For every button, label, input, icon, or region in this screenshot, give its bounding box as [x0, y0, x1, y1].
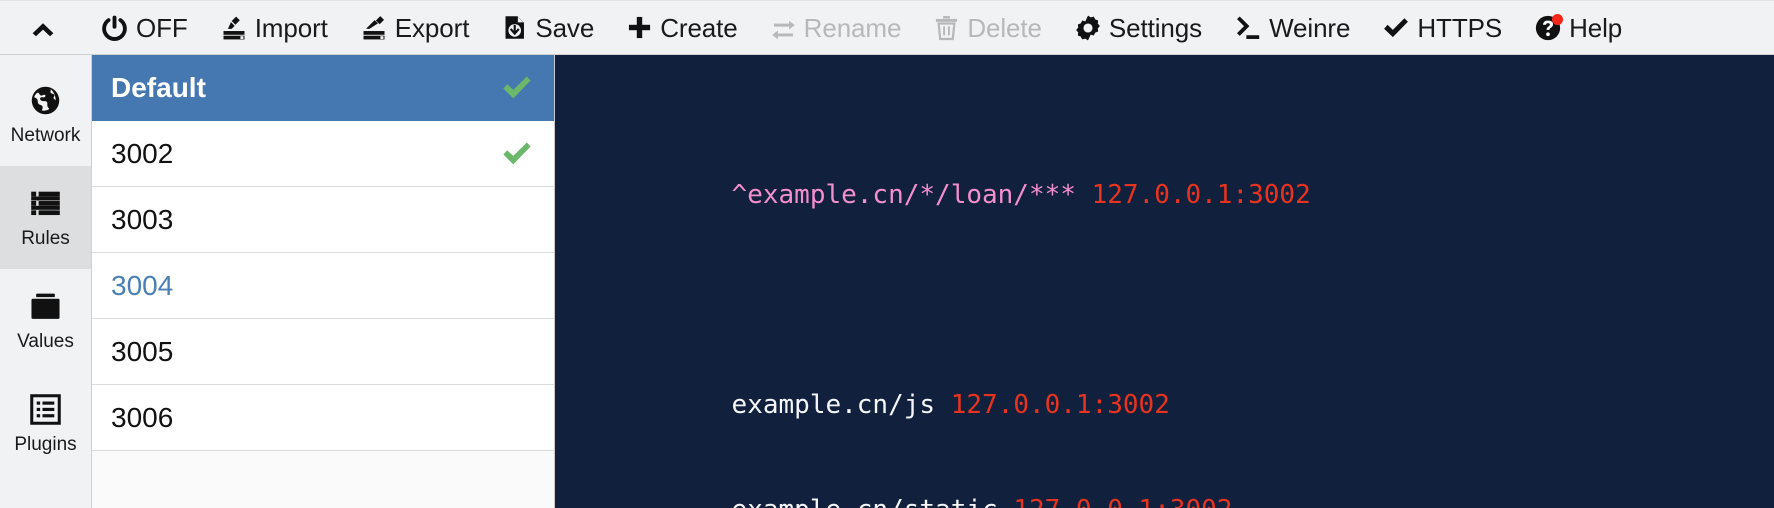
rule-pattern: example.cn/static — [732, 495, 998, 508]
rule-name: 3002 — [111, 139, 174, 168]
rule-pattern: ^example.cn/*/loan/*** — [731, 180, 1076, 210]
plus-icon — [626, 14, 653, 41]
sidebar-item-network[interactable]: Network — [0, 63, 91, 166]
sidebar-item-values[interactable]: Values — [0, 269, 91, 372]
gear-icon — [1074, 14, 1102, 42]
rules-list: Default 3002 3003 3004 3005 3006 — [92, 55, 555, 508]
rule-target: 127.0.0.1:3002 — [1091, 180, 1311, 210]
list-icon — [29, 187, 62, 220]
rule-target: 127.0.0.1:3002 — [1013, 495, 1232, 508]
sidebar-item-network-label: Network — [10, 125, 81, 146]
toolbar-import-button[interactable]: Import — [204, 9, 344, 47]
rules-list-empty-area — [92, 451, 554, 508]
main-body: Network Rules Values Plugins Default 300… — [0, 55, 1774, 508]
check-icon — [500, 138, 534, 170]
toolbar-settings-label: Settings — [1108, 12, 1203, 43]
toolbar-export-button[interactable]: Export — [344, 9, 486, 47]
collapse-toolbar-button[interactable] — [18, 8, 84, 48]
toolbar-weinre-button[interactable]: Weinre — [1218, 9, 1366, 47]
editor-line: ^example.cn/*/loan/*** 127.0.0.1:3002 — [575, 143, 1774, 210]
rules-editor[interactable]: ^example.cn/*/loan/*** 127.0.0.1:3002 ex… — [555, 55, 1774, 508]
sidebar-item-rules[interactable]: Rules — [0, 166, 91, 269]
editor-gutter — [555, 55, 566, 508]
check-icon — [1382, 14, 1410, 42]
terminal-icon — [1234, 14, 1262, 42]
toolbar-rename-button[interactable]: Rename — [754, 9, 918, 46]
sidebar-item-rules-label: Rules — [21, 228, 70, 249]
toolbar-off-label: OFF — [136, 12, 188, 43]
chevron-up-icon — [28, 13, 58, 43]
toolbar-save-button[interactable]: Save — [485, 9, 610, 46]
help-notification-badge — [1552, 13, 1564, 25]
rule-name: 3003 — [111, 205, 174, 234]
toolbar-create-label: Create — [660, 12, 738, 43]
toolbar-https-button[interactable]: HTTPS — [1366, 9, 1518, 47]
toolbar-settings-button[interactable]: Settings — [1058, 9, 1218, 47]
rename-icon — [770, 14, 797, 41]
editor-code-area[interactable]: ^example.cn/*/loan/*** 127.0.0.1:3002 ex… — [566, 55, 1774, 508]
toolbar-off-button[interactable]: OFF — [84, 8, 204, 47]
toolbar-https-label: HTTPS — [1417, 12, 1503, 43]
power-icon — [100, 13, 129, 42]
sidebar-item-values-label: Values — [17, 331, 74, 352]
whistle-window: OFF Import Export Save Create Rename Del… — [0, 0, 1774, 508]
folder-icon — [29, 290, 62, 323]
toolbar-save-label: Save — [535, 12, 595, 43]
rules-list-item[interactable]: 3004 — [92, 253, 554, 319]
rules-list-item[interactable]: 3002 — [92, 121, 554, 187]
main-toolbar: OFF Import Export Save Create Rename Del… — [0, 0, 1774, 55]
rule-name: 3004 — [111, 271, 174, 300]
rule-name: 3005 — [111, 337, 174, 366]
rule-name: Default — [111, 73, 206, 102]
toolbar-help-label: Help — [1569, 12, 1623, 43]
rule-target: 127.0.0.1:3002 — [950, 390, 1170, 420]
toolbar-create-button[interactable]: Create — [610, 9, 753, 46]
sidebar-item-plugins[interactable]: Plugins — [0, 372, 91, 475]
plugins-icon — [29, 393, 62, 426]
toolbar-help-button[interactable]: Help — [1518, 9, 1638, 47]
save-icon — [501, 14, 528, 41]
rules-list-item[interactable]: 3003 — [92, 187, 554, 253]
rules-list-item[interactable]: 3006 — [92, 385, 554, 451]
export-icon — [360, 14, 388, 42]
toolbar-export-label: Export — [394, 12, 470, 43]
toolbar-weinre-label: Weinre — [1269, 12, 1351, 43]
toolbar-delete-button[interactable]: Delete — [917, 9, 1058, 46]
rules-list-item[interactable]: 3005 — [92, 319, 554, 385]
toolbar-delete-label: Delete — [967, 12, 1042, 43]
editor-line: example.cn/static 127.0.0.1:3002 — [575, 458, 1774, 508]
trash-icon — [933, 14, 960, 41]
rules-list-item[interactable]: Default — [92, 55, 554, 121]
editor-line: example.cn/js 127.0.0.1:3002 — [575, 353, 1774, 420]
toolbar-rename-label: Rename — [803, 12, 902, 43]
import-icon — [220, 14, 248, 42]
check-icon — [500, 72, 534, 104]
globe-icon — [29, 84, 62, 117]
rule-pattern: example.cn/js — [731, 390, 936, 420]
toolbar-import-label: Import — [254, 12, 328, 43]
sidebar-nav: Network Rules Values Plugins — [0, 55, 92, 508]
rule-name: 3006 — [111, 403, 174, 432]
sidebar-item-plugins-label: Plugins — [14, 434, 77, 455]
